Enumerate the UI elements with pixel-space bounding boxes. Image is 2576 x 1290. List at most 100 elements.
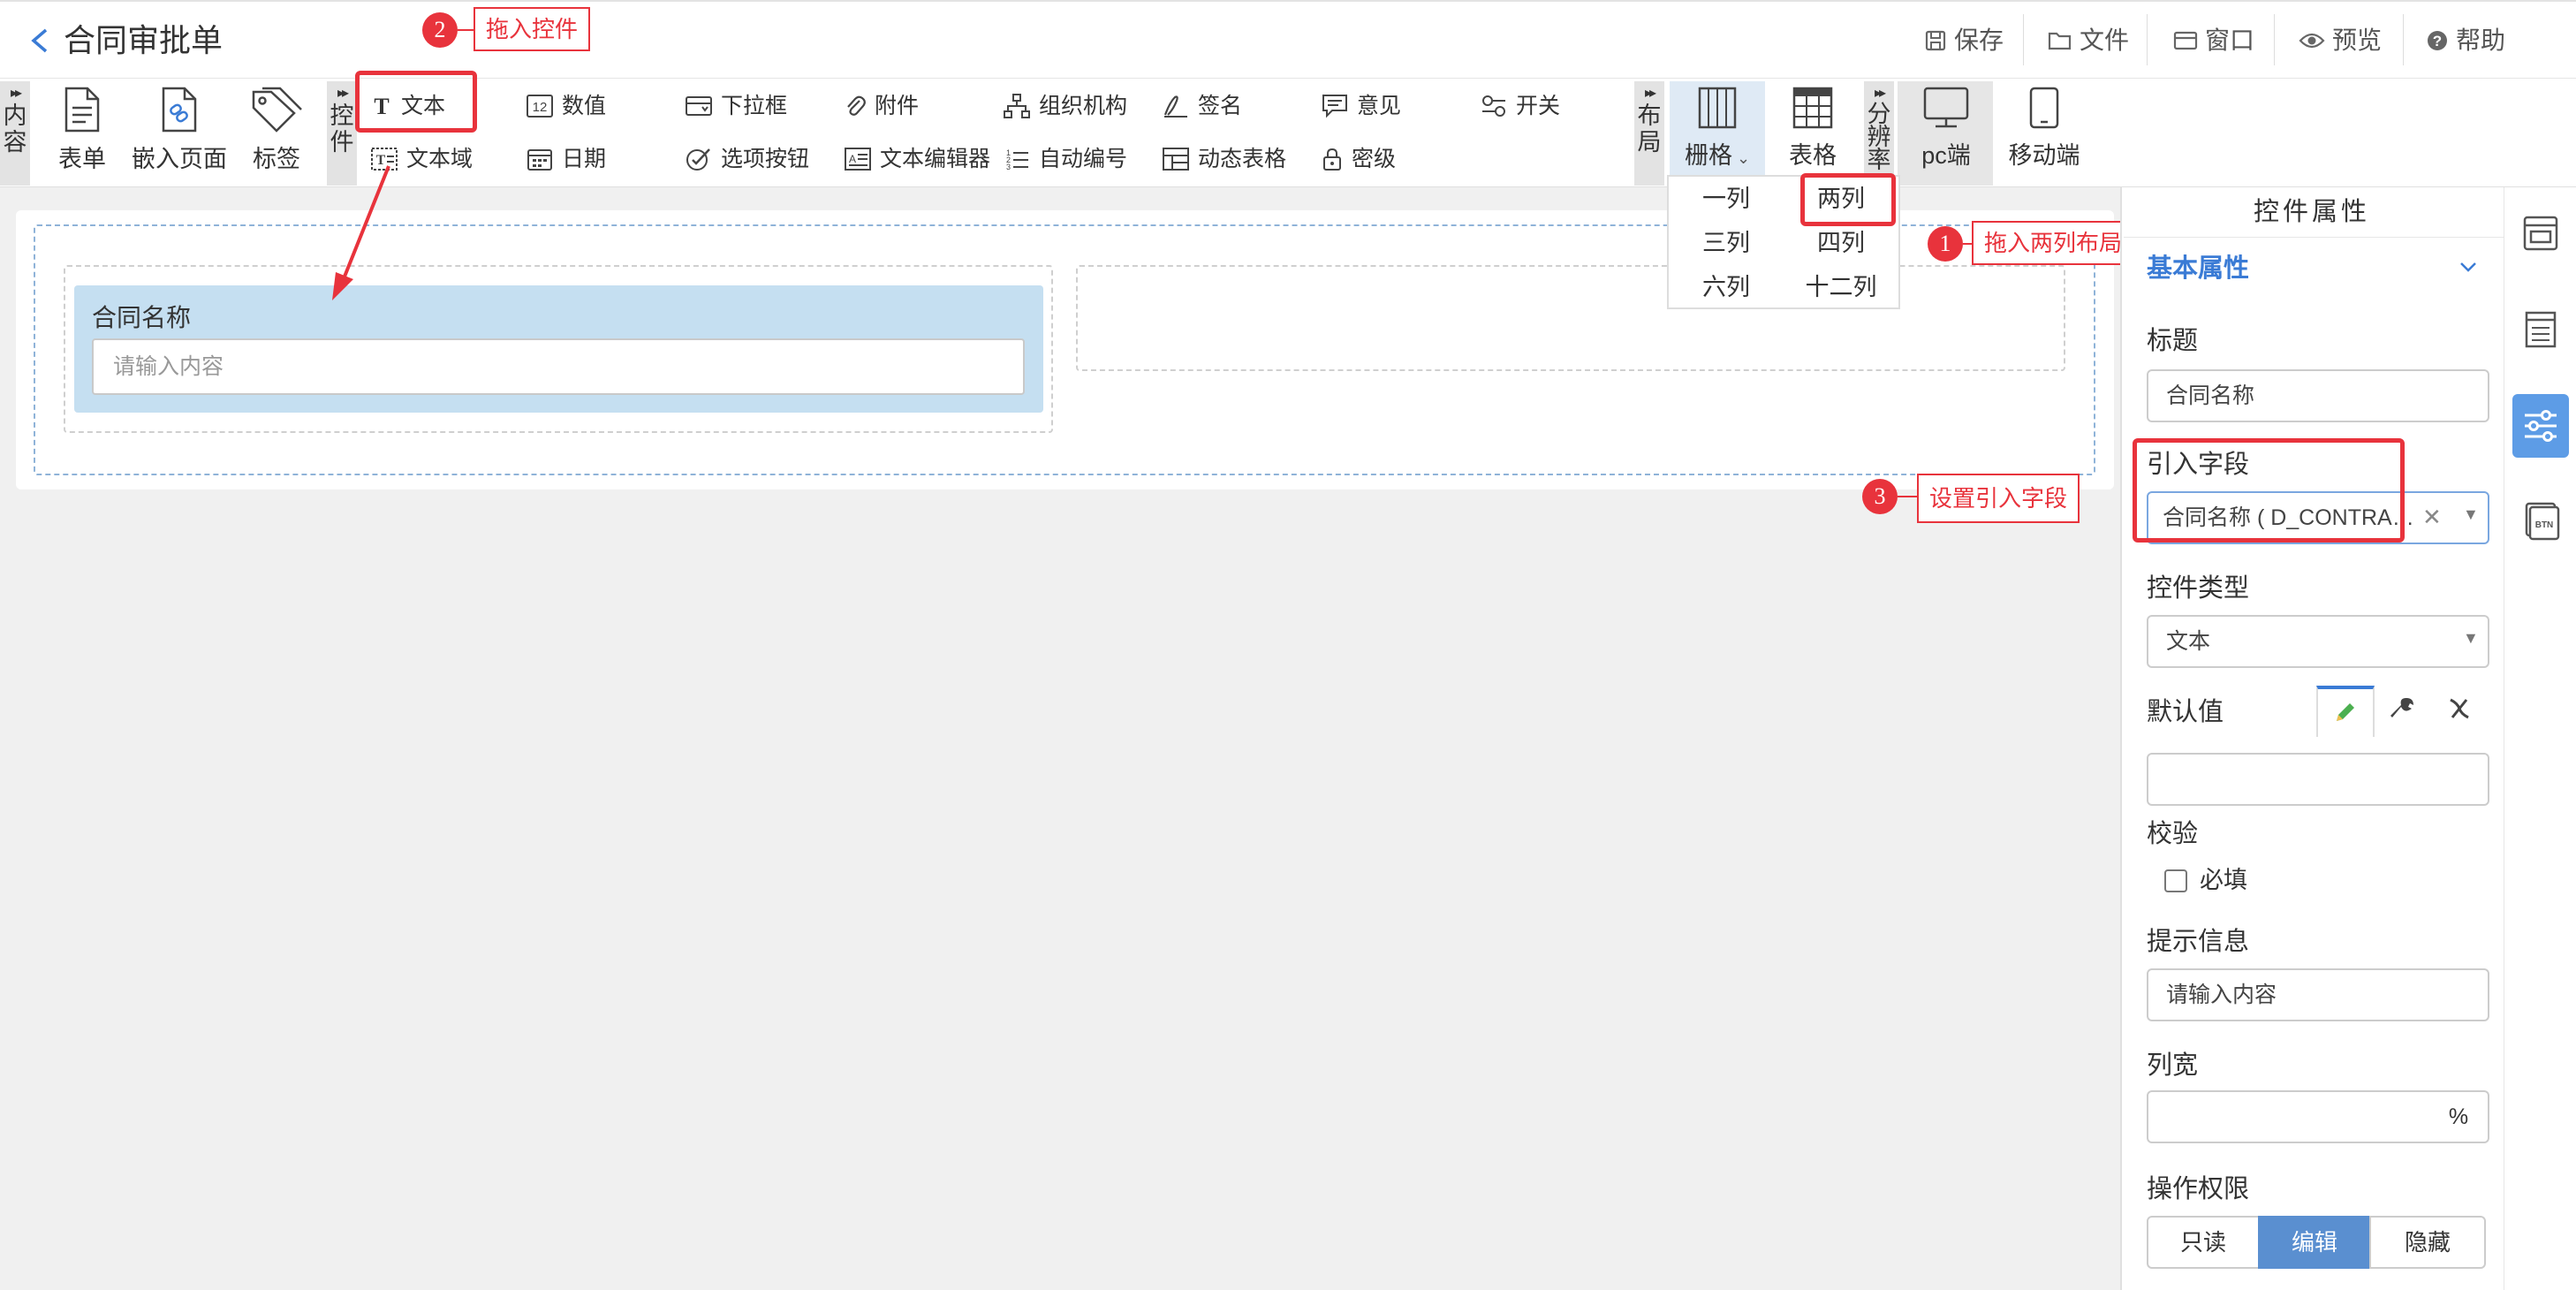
- tool-embed-page[interactable]: 嵌入页面: [129, 87, 230, 174]
- variable-x-icon: [2450, 698, 2469, 719]
- control-options[interactable]: 选项按钮: [686, 141, 809, 177]
- dropdown-item-one-col[interactable]: 一列: [1673, 177, 1779, 221]
- required-checkbox[interactable]: [2164, 869, 2187, 892]
- save-button[interactable]: 保存: [1924, 23, 2004, 58]
- dropdown-icon: [686, 96, 712, 116]
- tool-form[interactable]: 表单: [53, 87, 111, 174]
- lock-icon: [1323, 148, 1341, 171]
- radio-check-icon: [686, 148, 710, 171]
- group-label: 布局: [1637, 102, 1662, 156]
- annotation-step-2-text: 拖入控件: [474, 7, 591, 51]
- form-settings-icon[interactable]: [2516, 209, 2565, 258]
- page-list-icon[interactable]: [2516, 304, 2565, 353]
- file-button[interactable]: 文件: [2048, 23, 2129, 58]
- dropdown-item-three-col[interactable]: 三列: [1673, 221, 1779, 265]
- tool-tag[interactable]: 标签: [247, 87, 306, 174]
- control-auto-number[interactable]: 123 自动编号: [1004, 141, 1127, 177]
- tool-table[interactable]: 表格: [1781, 87, 1845, 171]
- annotation-step-3-text: 设置引入字段: [1917, 474, 2080, 523]
- tool-label: pc端: [1921, 142, 1971, 169]
- control-label: 选项按钮: [721, 147, 810, 171]
- width-unit: %: [2429, 1090, 2489, 1143]
- expand-arrows-icon: ▸▸: [1644, 86, 1656, 101]
- toolbar-group-content[interactable]: ▸▸ 内容: [0, 81, 30, 186]
- toolbar-group-layout[interactable]: ▸▸ 布局: [1634, 81, 1664, 186]
- dropdown-item-six-col[interactable]: 六列: [1673, 265, 1779, 309]
- chevron-down-icon[interactable]: [2456, 254, 2481, 279]
- tool-pc[interactable]: pc端: [1906, 87, 1986, 171]
- clear-icon[interactable]: ✕: [2422, 504, 2442, 530]
- tag-icon: [252, 87, 302, 133]
- annotation-highlight-two-col: [1800, 173, 1896, 226]
- control-attachment[interactable]: 附件: [845, 88, 919, 124]
- control-switch[interactable]: 开关: [1481, 88, 1560, 124]
- annotation-connector: [1898, 496, 1919, 497]
- control-dynamic-table[interactable]: 动态表格: [1163, 141, 1286, 177]
- svg-text:12: 12: [533, 100, 548, 115]
- preview-label: 预览: [2332, 27, 2383, 54]
- control-number[interactable]: 12 数值: [527, 88, 606, 124]
- group-label: 分辨率: [1867, 101, 1891, 173]
- button-settings-icon[interactable]: BTN: [2516, 495, 2565, 544]
- expand-arrows-icon: ▸▸: [1874, 86, 1886, 101]
- hint-input[interactable]: 请输入内容: [2147, 968, 2489, 1021]
- expand-arrows-icon: ▸▸: [10, 86, 22, 101]
- sliders-icon[interactable]: [2516, 401, 2565, 451]
- tool-label: 栅格: [1684, 142, 1732, 169]
- divider: [2403, 14, 2404, 65]
- properties-title: 控件属性: [2253, 198, 2370, 226]
- annotation-step-1-text: 拖入两列布局: [1972, 221, 2135, 265]
- default-value-label: 默认值: [2147, 698, 2224, 726]
- permission-edit-button[interactable]: 编辑: [2258, 1216, 2371, 1269]
- control-organization[interactable]: 组织机构: [1004, 88, 1127, 124]
- control-security-level[interactable]: 密级: [1322, 141, 1396, 177]
- control-label: 签名: [1198, 94, 1243, 118]
- permission-readonly-button[interactable]: 只读: [2147, 1216, 2260, 1269]
- field-input[interactable]: 请输入内容: [92, 338, 1025, 395]
- tool-grid[interactable]: 栅格 ⌄: [1677, 87, 1758, 171]
- default-tab-variable[interactable]: [2445, 694, 2481, 730]
- permission-hidden-button[interactable]: 隐藏: [2369, 1216, 2486, 1269]
- dropdown-item-four-col[interactable]: 四列: [1788, 221, 1894, 265]
- default-tab-function[interactable]: [2389, 694, 2424, 730]
- annotation-step-3-badge: 3: [1862, 479, 1898, 514]
- control-dropdown[interactable]: 下拉框: [686, 88, 787, 124]
- window-button[interactable]: 窗口: [2173, 23, 2254, 58]
- control-label: 文本编辑器: [880, 147, 991, 171]
- preview-button[interactable]: 预览: [2299, 23, 2382, 58]
- default-value-input[interactable]: [2147, 753, 2489, 806]
- grid-column-right[interactable]: [1076, 265, 2065, 371]
- column-width-label: 列宽: [2147, 1051, 2199, 1080]
- control-type-select[interactable]: 文本: [2147, 615, 2489, 668]
- save-label: 保存: [1954, 27, 2004, 54]
- required-label: 必填: [2200, 867, 2247, 893]
- annotation-step-2-badge: 2: [422, 12, 458, 48]
- control-opinion[interactable]: 意见: [1322, 88, 1401, 124]
- basic-properties-section[interactable]: 基本属性: [2147, 249, 2249, 288]
- tool-label: 嵌入页面: [132, 146, 227, 172]
- file-label: 文件: [2080, 27, 2130, 54]
- dropdown-item-twelve-col[interactable]: 十二列: [1788, 265, 1894, 309]
- control-label: 开关: [1516, 94, 1561, 118]
- annotation-connector: [458, 29, 475, 31]
- group-label: 内容: [3, 102, 27, 156]
- svg-text:A: A: [849, 153, 856, 165]
- tool-mobile[interactable]: 移动端: [2002, 87, 2087, 171]
- toolbar-group-resolution[interactable]: ▸▸ 分辨率: [1864, 81, 1894, 186]
- help-button[interactable]: ? 帮助: [2426, 23, 2505, 58]
- save-icon: [1925, 30, 1946, 51]
- default-tab-manual[interactable]: [2316, 686, 2375, 737]
- title-input[interactable]: 合同名称: [2147, 369, 2489, 422]
- control-label: 下拉框: [721, 94, 788, 118]
- group-label: 控件: [330, 102, 354, 156]
- table-grid-icon: [1792, 87, 1833, 129]
- control-label: 附件: [875, 94, 920, 118]
- select-arrow-icon[interactable]: ▼: [2463, 505, 2479, 524]
- select-arrow-icon[interactable]: ▼: [2463, 629, 2479, 648]
- control-signature[interactable]: 签名: [1163, 88, 1242, 124]
- calendar-icon: [527, 149, 552, 171]
- column-width-input[interactable]: [2147, 1090, 2431, 1143]
- control-date[interactable]: 日期: [527, 141, 606, 177]
- back-arrow-icon[interactable]: [27, 23, 53, 58]
- control-rich-text-editor[interactable]: A 文本编辑器: [845, 141, 990, 177]
